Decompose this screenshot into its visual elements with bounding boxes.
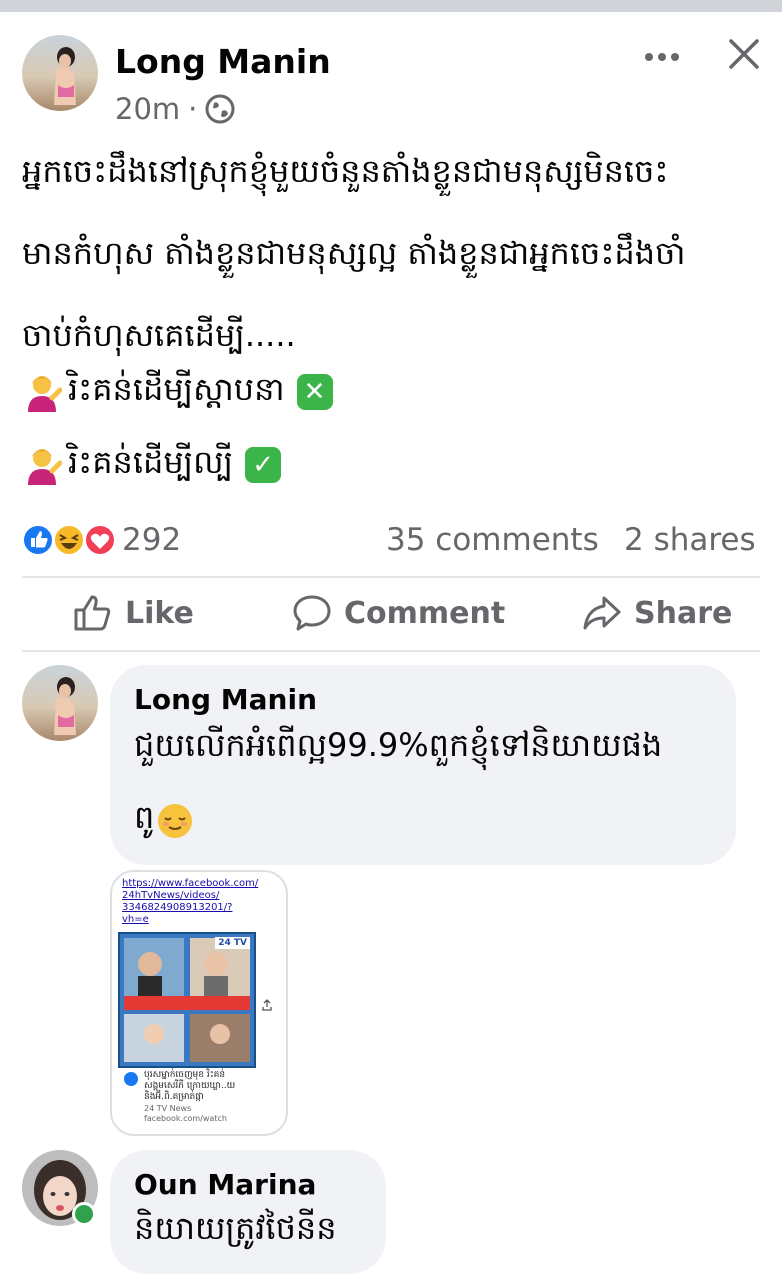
meta-separator: · xyxy=(188,92,198,126)
attachment-source-icon xyxy=(124,1072,138,1086)
comment-author-avatar[interactable] xyxy=(22,665,98,741)
channel-logo: 24 TV xyxy=(215,937,250,949)
attachment-url-line: 24hTvNews/videos/ xyxy=(122,890,220,901)
reaction-count[interactable]: 292 xyxy=(122,522,181,558)
comment-label: Comment xyxy=(344,595,506,631)
globe-icon xyxy=(205,94,235,124)
attachment-caption-line: និងអ៊ី.ពិ.គម្រាត់ផ្កា xyxy=(144,1092,204,1102)
person-tipping-hand-icon xyxy=(28,449,62,485)
post-text-line: មានកំហុស តាំងខ្លួនជាមនុស្សល្អ តាំងខ្លួនជ… xyxy=(22,234,686,272)
online-status-dot xyxy=(72,1202,96,1226)
thumbs-up-icon xyxy=(74,595,111,631)
relieved-face-icon xyxy=(158,803,193,838)
comment-text-line: និយាយត្រូវថៃនីន xyxy=(134,1209,337,1247)
more-options-icon[interactable] xyxy=(644,48,680,61)
attachment-url-line: https://www.facebook.com/ xyxy=(122,878,259,889)
post-author-avatar[interactable] xyxy=(22,35,98,111)
comment-text-line: ជួយលើកអំពើល្អ99.9%ពួកខ្ញុំទៅនិយាយផង xyxy=(134,726,663,764)
attachment-domain: facebook.com/watch xyxy=(144,1114,227,1123)
like-label: Like xyxy=(125,595,194,631)
status-strip xyxy=(0,0,782,12)
option-2-text: រិះគន់ដើម្បីល្បី xyxy=(68,442,234,481)
attachment-caption-line: បុរសម្នាក់ចេញមុខ រិះគន់ xyxy=(144,1070,226,1080)
comment-attachment-thumbnail[interactable]: https://www.facebook.com/ 24hTvNews/vide… xyxy=(110,870,288,1136)
reaction-icons[interactable] xyxy=(22,523,116,557)
attachment-caption-line: សង្គមសេរីភី ក្រោយឃ្លា..យ xyxy=(144,1081,236,1091)
post-text-line: អ្នកចេះដឹងនៅស្រុកខ្ញុំមួយចំនួនតាំងខ្លួនជ… xyxy=(22,152,669,190)
post-option-1: រិះគន់ដើម្បីស្តាបនា ✕ xyxy=(22,370,333,414)
shares-count[interactable]: 2 shares xyxy=(624,522,756,558)
attachment-caption: បុរសម្នាក់ចេញមុខ រិះគន់ សង្គមសេរីភី ក្រោ… xyxy=(144,1070,235,1103)
post-meta: 20m · xyxy=(115,92,235,126)
divider xyxy=(22,650,760,652)
cross-mark-icon: ✕ xyxy=(296,374,333,410)
attachment-video-preview[interactable]: 24 TV xyxy=(118,932,256,1068)
comment-bubble[interactable]: Long Manin ជួយលើកអំពើល្អ99.9%ពួកខ្ញុំទៅន… xyxy=(110,665,736,865)
comment-bubble[interactable]: Oun Marina និយាយត្រូវថៃនីន xyxy=(110,1150,386,1274)
close-icon[interactable] xyxy=(728,38,760,70)
upload-icon[interactable] xyxy=(262,996,272,1011)
share-label: Share xyxy=(634,595,733,631)
post-option-2: រិះគន់ដើម្បីល្បី ✓ xyxy=(22,442,282,487)
like-button[interactable]: Like xyxy=(73,588,194,638)
post-text: អ្នកចេះដឹងនៅស្រុកខ្ញុំមួយចំនួនតាំងខ្លួនជ… xyxy=(22,130,685,376)
post-author-name[interactable]: Long Manin xyxy=(115,42,331,81)
share-arrow-icon xyxy=(583,596,621,630)
attachment-url-line: 3346824908913201/? xyxy=(122,902,233,913)
share-button[interactable]: Share xyxy=(582,588,732,638)
divider xyxy=(22,576,760,578)
person-tipping-hand-icon xyxy=(28,376,62,412)
attachment-url[interactable]: https://www.facebook.com/ 24hTvNews/vide… xyxy=(122,878,258,926)
post-text-line: ចាប់កំហុសគេដើម្បី..... xyxy=(22,316,296,354)
comments-count[interactable]: 35 comments xyxy=(386,522,599,558)
post-time[interactable]: 20m xyxy=(115,92,180,126)
attachment-source: 24 TV News xyxy=(144,1104,192,1113)
attachment-url-line: vh=e xyxy=(122,914,149,925)
comment-author-name[interactable]: Oun Marina xyxy=(134,1168,316,1201)
check-mark-icon: ✓ xyxy=(245,447,282,483)
comment-text-line: ពូ xyxy=(134,797,194,844)
comment-button[interactable]: Comment xyxy=(292,588,505,638)
option-1-text: រិះគន់ដើម្បីស្តាបនា xyxy=(68,369,285,408)
comment-icon xyxy=(293,595,331,631)
comment-text-tail: ពូ xyxy=(134,798,155,836)
comment-author-name[interactable]: Long Manin xyxy=(134,683,317,716)
